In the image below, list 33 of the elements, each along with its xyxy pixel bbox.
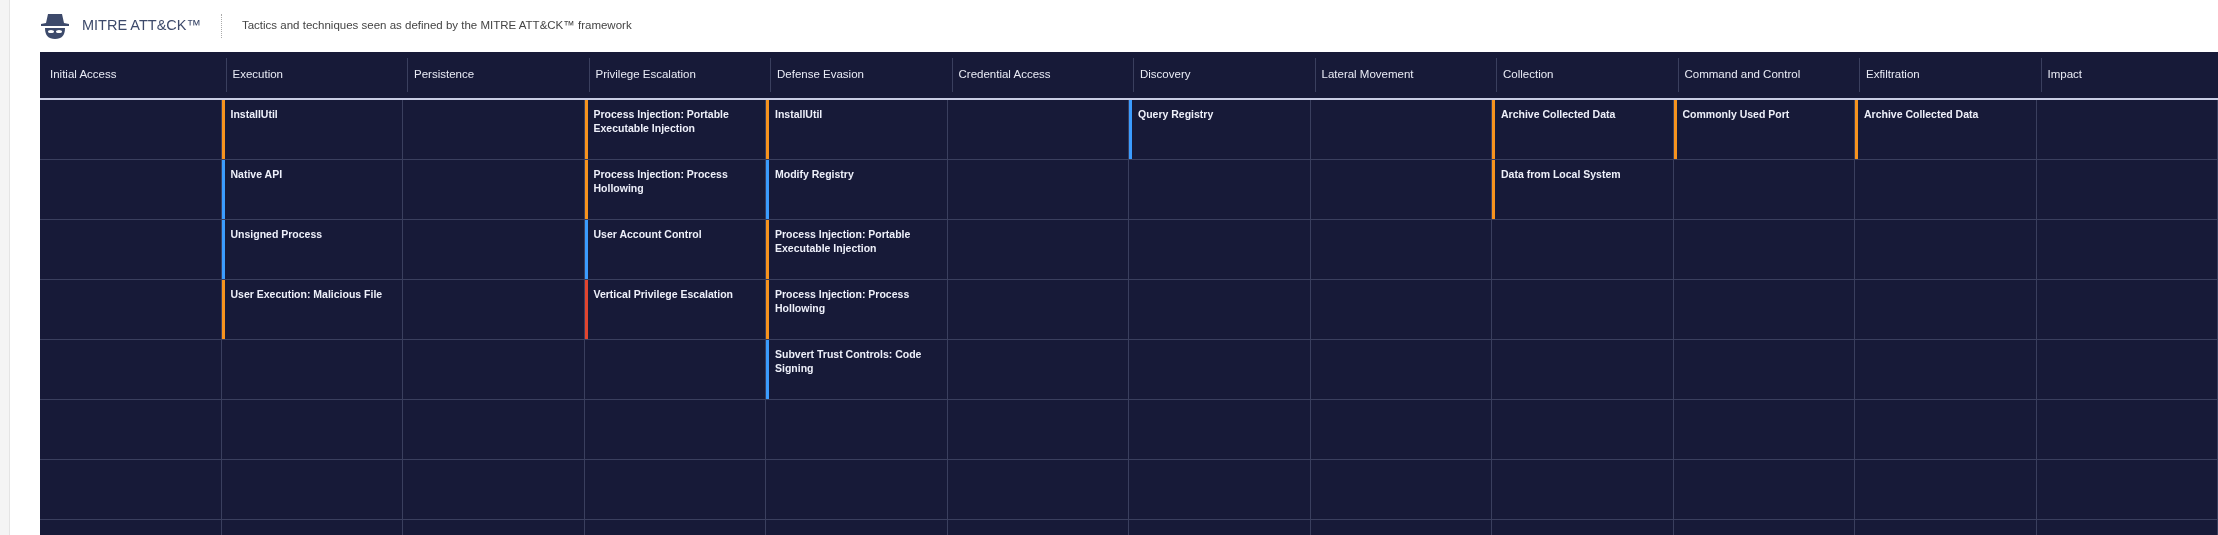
tactic-header: Exfiltration (1859, 58, 2037, 92)
spy-icon (40, 12, 70, 40)
technique-label[interactable]: Process Injection: Portable Executable Injection (769, 220, 947, 279)
tactic-header: Execution (225, 58, 403, 92)
technique-label[interactable]: Modify Registry (769, 160, 858, 219)
technique-label[interactable]: InstallUtil (224, 100, 282, 159)
tactic-header: Privilege Escalation (588, 58, 766, 92)
app-title: MITRE ATT&CK™ (82, 16, 201, 36)
tactic-header: Defense Evasion (770, 58, 948, 92)
technique-label[interactable]: Archive Collected Data (1495, 100, 1620, 159)
technique-label[interactable]: Process Injection: Portable Executable Injection (587, 100, 765, 159)
tactic-header: Collection (1496, 58, 1674, 92)
technique-label[interactable]: Process Injection: Process Hollowing (769, 280, 947, 339)
tactic-header: Lateral Movement (1314, 58, 1492, 92)
tactic-header: Credential Access (951, 58, 1129, 92)
technique-label[interactable]: Vertical Privilege Escalation (587, 280, 737, 339)
technique-label[interactable]: Query Registry (1132, 100, 1218, 159)
technique-label[interactable]: Native API (224, 160, 287, 219)
technique-label[interactable]: Unsigned Process (224, 220, 327, 279)
technique-label[interactable]: User Execution: Malicious File (224, 280, 387, 339)
technique-label[interactable]: Archive Collected Data (1858, 100, 1983, 159)
technique-label[interactable]: Subvert Trust Controls: Code Signing (769, 340, 947, 399)
technique-label[interactable]: Data from Local System (1495, 160, 1625, 219)
tactic-header: Impact (2040, 58, 2218, 92)
page-subtitle: Tactics and techniques seen as defined by the MITRE ATT&CK™ framework (241, 18, 632, 34)
tactic-header: Initial Access (49, 67, 118, 83)
technique-label[interactable]: InstallUtil (769, 100, 827, 159)
tactic-header: Persistence (407, 58, 585, 92)
technique-label[interactable]: Process Injection: Process Hollowing (587, 160, 765, 219)
tactic-header: Command and Control (1677, 58, 1855, 92)
technique-label[interactable]: Commonly Used Port (1676, 100, 1794, 159)
technique-label[interactable]: User Account Control (587, 220, 706, 279)
tactic-header: Discovery (1133, 58, 1311, 92)
